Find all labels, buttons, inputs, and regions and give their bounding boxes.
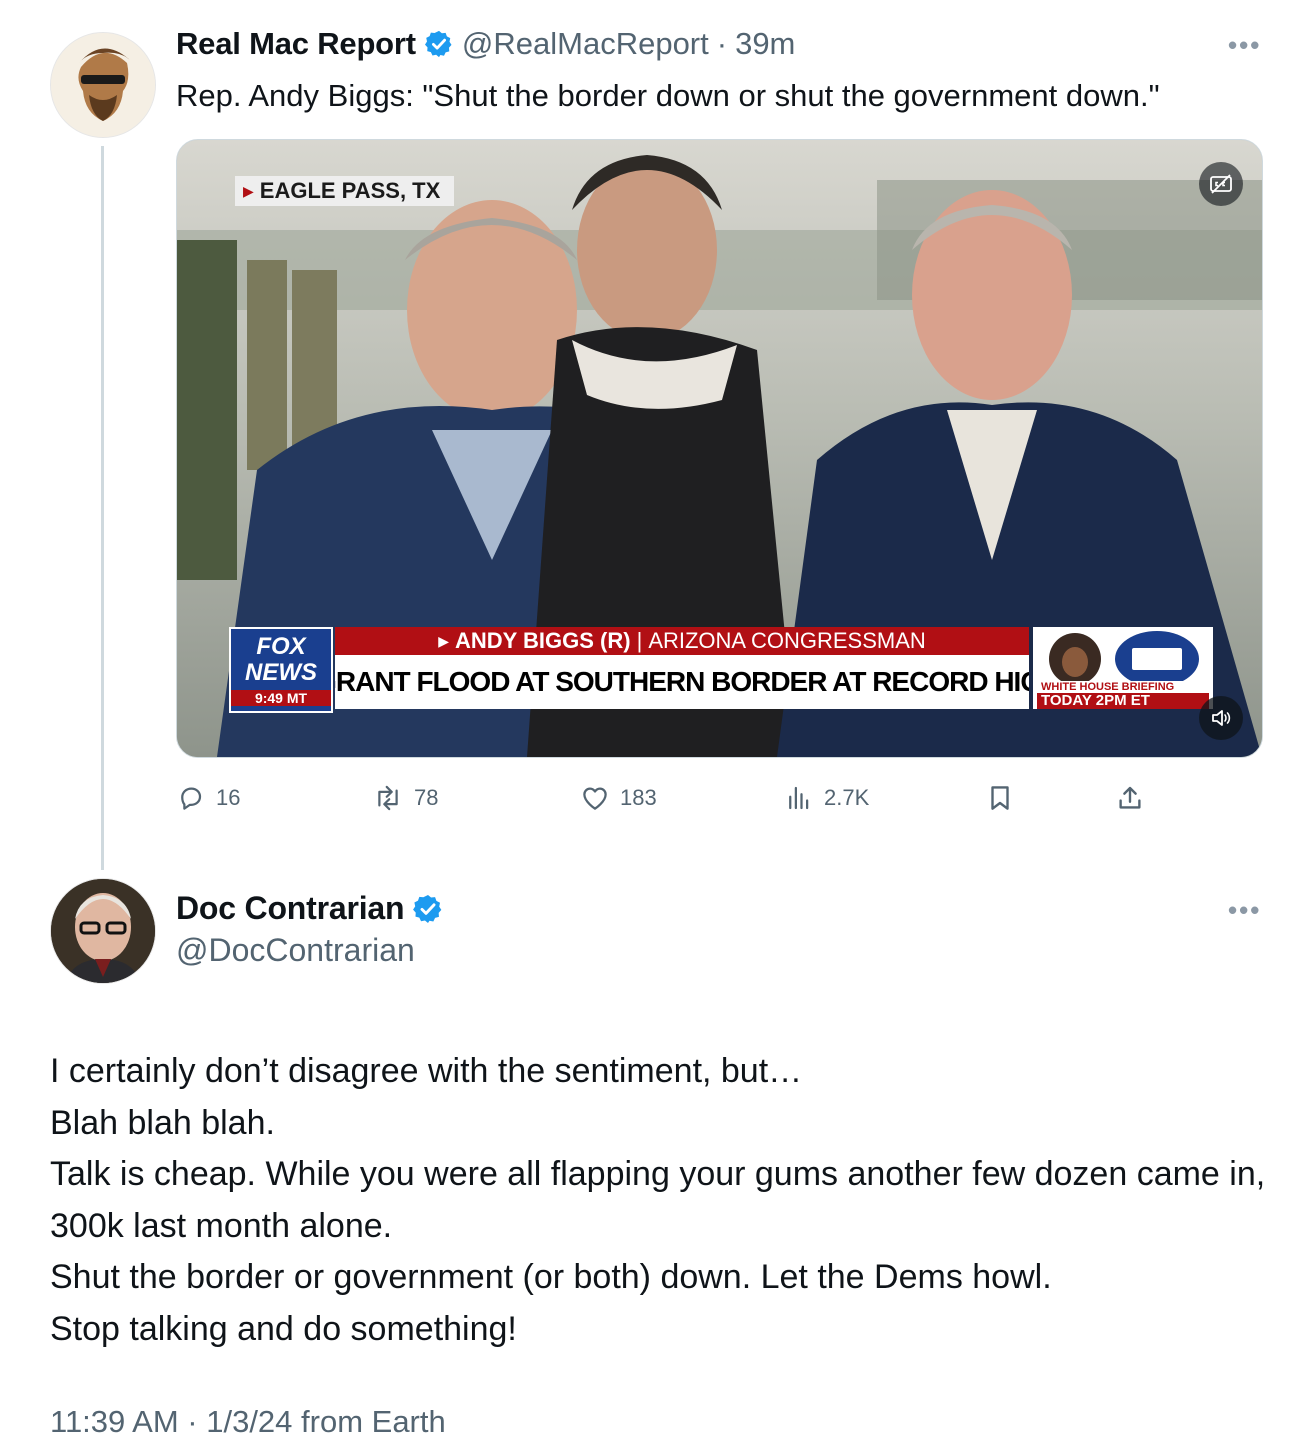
like-count: 183	[620, 785, 657, 810]
fox-news-logo: FOX NEWS 9:49 MT	[229, 627, 333, 713]
reply-count: 16	[216, 785, 241, 810]
verified-badge-icon	[424, 29, 454, 59]
repost-icon	[378, 785, 398, 811]
thread-connector-line	[101, 146, 104, 870]
bookmark-button[interactable]	[985, 783, 1015, 813]
play-triangle-icon: ▶	[243, 182, 254, 199]
more-dots-icon[interactable]: •••	[1228, 895, 1261, 926]
author-name[interactable]: Doc Contrarian	[176, 890, 405, 927]
tweet1-header: Real Mac Report @RealMacReport · 39m	[176, 26, 795, 62]
press-secretary-thumbnail	[1049, 633, 1101, 685]
speaker-icon	[1212, 710, 1231, 726]
author-name[interactable]: Real Mac Report	[176, 26, 416, 62]
meta-separator: ·	[716, 26, 728, 61]
author-handle[interactable]: @DocContrarian	[176, 932, 415, 969]
white-house-briefing-box: WHITE HOUSE BRIEFING TODAY 2PM ET	[1033, 627, 1213, 709]
tweet2-header: Doc Contrarian	[176, 890, 444, 927]
repost-button[interactable]: 78	[372, 783, 438, 813]
tweet2-line-3: Talk is cheap. While you were all flappi…	[50, 1155, 1266, 1245]
more-dots-icon[interactable]: •••	[1228, 30, 1261, 61]
location-tag: ▶ EAGLE PASS, TX	[235, 176, 455, 206]
lower-third-nameplate: ▶ ANDY BIGGS (R) | ARIZONA CONGRESSMAN	[335, 627, 1029, 655]
avatar-doccontrarian[interactable]	[50, 878, 156, 984]
reply-icon	[181, 787, 202, 810]
captions-off-button[interactable]	[1199, 162, 1243, 206]
author-handle[interactable]: @RealMacReport	[462, 26, 709, 62]
bookmark-icon	[991, 786, 1009, 810]
mute-button[interactable]	[1199, 696, 1243, 740]
white-house-seal-icon	[1115, 631, 1199, 687]
views-button[interactable]: 2.7K	[784, 783, 869, 813]
tweet2-line-4: Shut the border or government (or both) …	[50, 1258, 1052, 1296]
share-icon	[1119, 786, 1141, 809]
views-count: 2.7K	[824, 785, 870, 810]
share-button[interactable]	[1115, 783, 1145, 813]
views-chart-icon	[789, 786, 809, 810]
lower-third-headline: MIGRANT FLOOD AT SOUTHERN BORDER AT RECO…	[335, 655, 1029, 709]
post-timestamp[interactable]: 11:39 AM · 1/3/24 from Earth	[50, 1404, 446, 1440]
like-button[interactable]: 183	[580, 783, 657, 813]
reply-button[interactable]: 16	[176, 783, 240, 813]
tweet1-text: Rep. Andy Biggs: "Shut the border down o…	[176, 78, 1160, 113]
tweet2-text: I certainly don’t disagree with the sent…	[50, 1046, 1270, 1355]
tweet2-line-2: Blah blah blah.	[50, 1103, 275, 1142]
video-player[interactable]: ▶ EAGLE PASS, TX FOX NEWS 9:49 MT ▶ ANDY…	[176, 139, 1263, 758]
tweet2-line-5: Stop talking and do something!	[50, 1309, 517, 1348]
tweet2-line-1: I certainly don’t disagree with the sent…	[50, 1052, 803, 1090]
heart-icon	[583, 787, 607, 810]
repost-count: 78	[414, 785, 439, 810]
captions-icon	[1210, 174, 1232, 194]
post-time[interactable]: 39m	[735, 26, 795, 62]
chyron-arrow-icon: ▶	[438, 632, 449, 649]
verified-badge-icon	[412, 893, 444, 925]
avatar-realmacreport[interactable]	[50, 32, 156, 138]
